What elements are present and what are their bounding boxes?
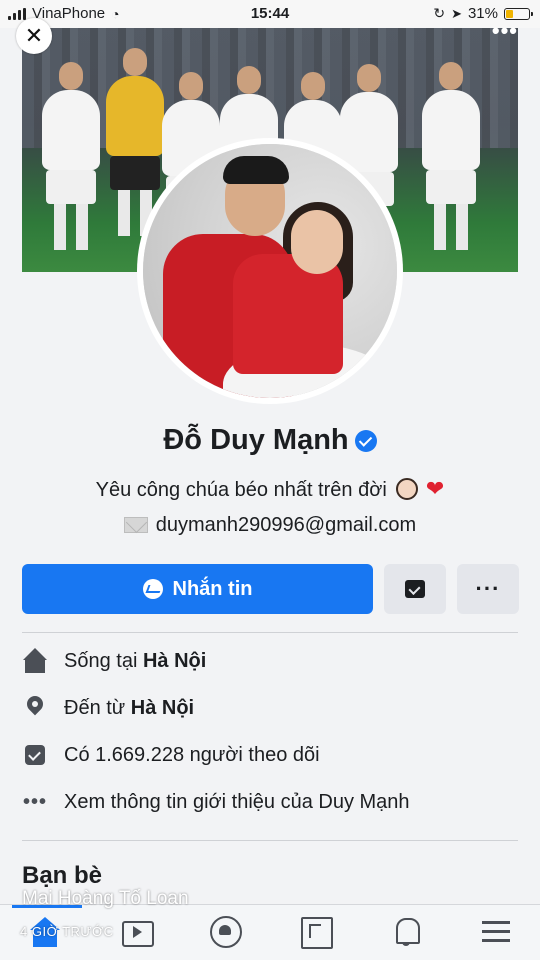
followers-text: Có 1.669.228 người theo dõi [64, 743, 320, 766]
battery-fill [506, 9, 514, 18]
profile-name: Đỗ Duy Mạnh [163, 424, 349, 456]
divider [22, 840, 518, 841]
friends-section-title: Bạn bè [22, 862, 103, 889]
info-from: Đến từ Hà Nội [22, 693, 518, 723]
lives-in-text: Sống tại Hà Nội [64, 649, 207, 672]
follow-button[interactable] [384, 564, 446, 614]
heart-emoji-icon: ❤ [425, 476, 445, 501]
profile-email-row: duymanh290996@gmail.com [0, 514, 540, 537]
close-button[interactable]: ✕ [16, 18, 52, 54]
messenger-icon [142, 579, 163, 599]
nav-groups-icon[interactable] [209, 915, 243, 949]
info-lives-in: Sống tại Hà Nội [22, 646, 518, 676]
message-button[interactable]: Nhắn tin [22, 564, 373, 614]
info-see-about[interactable]: ••• Xem thông tin giới thiệu của Duy Mạn… [22, 787, 518, 817]
lives-in-place[interactable]: Hà Nội [143, 650, 206, 672]
home-icon [22, 648, 48, 674]
follow-icon [405, 580, 425, 598]
nav-notifications-icon[interactable] [390, 915, 424, 949]
verified-badge-icon [354, 429, 377, 452]
status-bar: VinaPhone ◔ 15:44 ↻ ➤ 31% [0, 0, 540, 28]
message-button-label: Nhắn tin [172, 577, 253, 600]
more-icon: ··· [475, 576, 501, 601]
profile-bio: Yêu công chúa béo nhất trên đời ❤ [0, 476, 540, 502]
divider [22, 632, 518, 633]
profile-name-row: Đỗ Duy Mạnh [0, 424, 540, 457]
overlay-author-name: Mai Hoàng Tố Loan [22, 888, 189, 909]
envelope-icon [123, 517, 148, 533]
profile-email: duymanh290996@gmail.com [155, 514, 417, 536]
cover-player [42, 62, 100, 250]
nav-pages-icon[interactable] [300, 915, 334, 949]
more-options-icon[interactable]: ••• [492, 20, 518, 42]
avatar [143, 144, 397, 398]
rotation-lock-icon: ↻ [433, 5, 446, 21]
more-button[interactable]: ··· [457, 564, 519, 614]
from-text: Đến từ Hà Nội [64, 696, 195, 719]
location-arrow-icon: ➤ [451, 5, 462, 21]
profile-picture[interactable] [137, 138, 403, 404]
dots-icon: ••• [22, 791, 47, 813]
nav-menu-icon[interactable] [480, 915, 514, 949]
nav-watch-icon[interactable] [120, 915, 154, 949]
location-pin-icon [22, 695, 48, 721]
cover-player [422, 62, 480, 250]
from-place[interactable]: Hà Nội [131, 697, 194, 719]
overlay-timestamp: 4 GIỜ TRƯỚC [20, 924, 114, 939]
bio-text: Yêu công chúa béo nhất trên đời [95, 479, 387, 501]
princess-emoji-icon [396, 478, 419, 500]
see-about-text: Xem thông tin giới thiệu của Duy Mạnh [64, 790, 410, 813]
followers-icon [22, 742, 48, 768]
close-icon: ✕ [24, 23, 44, 48]
info-followers[interactable]: Có 1.669.228 người theo dõi [22, 740, 518, 770]
